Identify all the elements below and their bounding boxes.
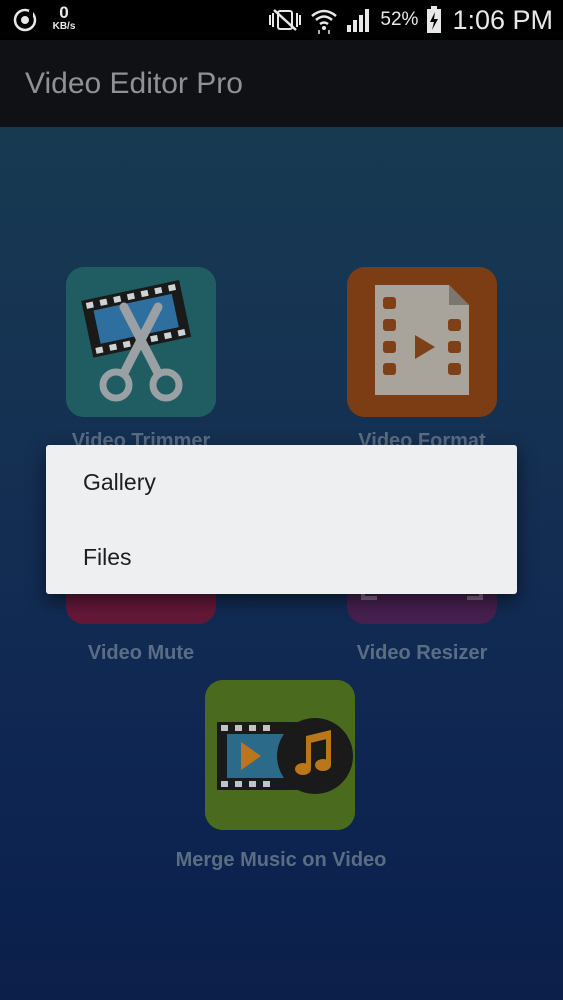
gallery-option[interactable]: Gallery bbox=[46, 445, 517, 519]
gallery-option-label: Gallery bbox=[83, 469, 156, 495]
source-picker-dialog: Gallery Files bbox=[46, 445, 517, 594]
files-option-label: Files bbox=[83, 544, 132, 570]
files-option[interactable]: Files bbox=[46, 520, 517, 594]
